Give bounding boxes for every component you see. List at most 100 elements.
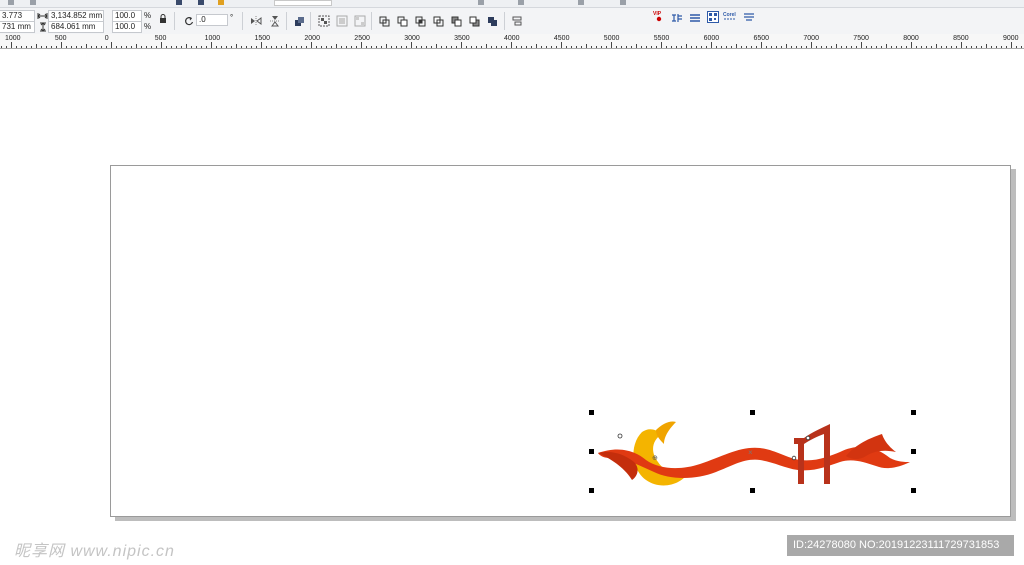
ruler-tick (766, 46, 767, 48)
ruler-label: 7000 (803, 35, 819, 42)
horizontal-ruler: 1000 500 0 500 1000 1500 2000 2500 3000 3500 4000 4… (0, 34, 1024, 49)
ruler-label: 4500 (553, 35, 570, 42)
ruler-label: 5000 (603, 35, 620, 42)
ruler-label: 4000 (504, 35, 520, 42)
ruler-tick (511, 42, 512, 48)
weld-icon[interactable] (378, 15, 391, 27)
ruler-tick (841, 46, 842, 48)
ruler-tick (361, 42, 362, 48)
selected-artwork[interactable]: ⊕ × (590, 410, 920, 495)
ruler-tick (101, 46, 102, 48)
ruler-tick (126, 46, 127, 48)
toolbar-button[interactable] (478, 0, 484, 5)
ruler-tick (236, 44, 237, 48)
ruler-tick (606, 46, 607, 48)
selection-handle-bottom-left[interactable] (589, 488, 594, 493)
y-position-field[interactable]: 731 mm (0, 21, 35, 33)
toolbar-button[interactable] (578, 0, 584, 5)
plugin-icon[interactable] (670, 12, 683, 24)
rotation-center-marker[interactable] (617, 433, 623, 439)
ruler-label: 3500 (454, 35, 470, 42)
ruler-tick (781, 46, 782, 48)
ruler-tick (656, 46, 657, 48)
ruler-tick (36, 44, 37, 48)
mirror-horizontal-icon[interactable] (249, 15, 262, 27)
ruler-tick (41, 46, 42, 48)
ruler-tick (776, 46, 777, 48)
ruler-tick (56, 46, 57, 48)
ruler-tick (391, 46, 392, 48)
ruler-tick (456, 46, 457, 48)
toolbar-button[interactable] (198, 0, 204, 5)
plugin-tools-icon[interactable] (742, 11, 755, 23)
ruler-tick (81, 46, 82, 48)
scale-y-field[interactable]: 100.0 (112, 21, 142, 33)
simplify-icon[interactable] (432, 15, 445, 27)
align-distribute-icon[interactable] (511, 15, 524, 27)
ungroup-all-icon[interactable] (353, 15, 366, 27)
ruler-tick (241, 46, 242, 48)
ruler-tick (516, 46, 517, 48)
toolbar-button[interactable] (218, 0, 224, 5)
ruler-tick (916, 46, 917, 48)
create-boundary-icon[interactable] (486, 15, 499, 27)
selection-handle-left[interactable] (589, 449, 594, 454)
ruler-tick (451, 46, 452, 48)
ruler-tick (446, 46, 447, 48)
group-icon[interactable] (317, 15, 330, 27)
ruler-tick (16, 46, 17, 48)
intersect-icon[interactable] (414, 15, 427, 27)
toolbar-button[interactable] (30, 0, 36, 5)
lock-ratio-icon[interactable] (156, 12, 169, 24)
qrcode-icon[interactable] (706, 11, 719, 23)
mirror-vertical-icon[interactable] (268, 15, 281, 27)
arrange-icon[interactable] (293, 15, 306, 27)
ruler-tick (741, 46, 742, 48)
toolbar-button[interactable] (176, 0, 182, 5)
selection-handle-top-left[interactable] (589, 410, 594, 415)
ruler-tick (701, 46, 702, 48)
ruler-tick (51, 46, 52, 48)
node-marker (791, 455, 797, 461)
ruler-tick (411, 42, 412, 48)
ruler-tick (461, 42, 462, 48)
toolbar-button[interactable] (8, 0, 14, 5)
ruler-tick (231, 46, 232, 48)
ruler-label: 7500 (853, 35, 869, 42)
ruler-tick (1011, 42, 1012, 48)
ruler-tick (71, 46, 72, 48)
selection-handle-bottom-right[interactable] (911, 488, 916, 493)
height-field[interactable]: 684.061 mm (48, 21, 104, 33)
toolbar-button[interactable] (518, 0, 524, 5)
ruler-tick (171, 46, 172, 48)
selection-handle-top-right[interactable] (911, 410, 916, 415)
ruler-tick (1016, 46, 1017, 48)
ruler-tick (871, 46, 872, 48)
corel-icon[interactable]: Corel (722, 10, 738, 22)
back-minus-front-icon[interactable] (468, 15, 481, 27)
toolbar-button[interactable] (620, 0, 626, 5)
ungroup-icon[interactable] (335, 15, 348, 27)
ruler-tick (1006, 46, 1007, 48)
front-minus-back-icon[interactable] (450, 15, 463, 27)
ruler-tick (441, 46, 442, 48)
ruler-tick (991, 46, 992, 48)
trim-icon[interactable] (396, 15, 409, 27)
ruler-tick (166, 46, 167, 48)
zoom-select[interactable] (274, 0, 332, 6)
selection-handle-top[interactable] (750, 410, 755, 415)
ruler-tick (21, 46, 22, 48)
vip-icon[interactable]: VIP (652, 10, 666, 22)
ruler-tick (931, 46, 932, 48)
svg-text:Corel: Corel (723, 12, 736, 18)
ruler-label: 2000 (304, 35, 320, 42)
ruler-tick (611, 42, 612, 48)
ruler-tick (46, 46, 47, 48)
lines-icon[interactable] (688, 12, 701, 24)
separator (504, 12, 505, 30)
selection-handle-right[interactable] (911, 449, 916, 454)
rotation-field[interactable]: .0 (196, 14, 228, 26)
ruler-tick (11, 42, 12, 48)
selection-handle-bottom[interactable] (750, 488, 755, 493)
ruler-tick (746, 46, 747, 48)
